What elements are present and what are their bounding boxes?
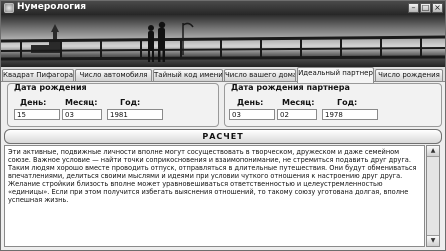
partner-day-label: День: (237, 98, 264, 107)
maximize-button[interactable]: □ (420, 3, 431, 13)
partner-year-input[interactable]: 1978 (322, 109, 378, 120)
bridge-couple-illustration (1, 21, 445, 62)
tab-pythagoras-square[interactable]: Квадрат Пифагора (2, 69, 74, 81)
close-button[interactable]: × (432, 3, 443, 13)
header-banner (1, 15, 445, 67)
birth-day-input[interactable]: 15 (14, 109, 60, 120)
result-scrollbar[interactable]: ▲ ▼ (426, 145, 440, 247)
minimize-button[interactable]: – (408, 3, 419, 13)
tab-name-code[interactable]: Тайный код имени (153, 69, 223, 81)
birth-month-input[interactable]: 03 (62, 109, 102, 120)
partner-day-input[interactable]: 03 (229, 109, 275, 120)
scroll-up-arrow-icon[interactable]: ▲ (427, 146, 439, 157)
scroll-down-arrow-icon[interactable]: ▼ (427, 235, 439, 246)
birth-date-title: Дата рождения (14, 83, 87, 92)
partner-birth-date-group: Дата рождения партнера День: Месяц: Год:… (224, 83, 442, 127)
app-window: Нумерология – □ × Квадрат Пифагора Число… (0, 0, 446, 251)
partner-birth-date-title: Дата рождения партнера (231, 83, 350, 92)
tab-ideal-partner[interactable]: Идеальный партнер (297, 67, 374, 83)
tab-bar: Квадрат Пифагора Число автомобиля Тайный… (1, 67, 445, 83)
birth-day-label: День: (20, 98, 47, 107)
partner-month-label: Месяц: (282, 98, 315, 107)
app-icon (4, 3, 14, 13)
partner-year-label: Год: (337, 98, 358, 107)
birth-year-input[interactable]: 1981 (107, 109, 163, 120)
tab-birth-number[interactable]: Число рождения (375, 69, 443, 81)
calculate-button[interactable]: РАСЧЕТ (4, 129, 442, 144)
tab-car-number[interactable]: Число автомобиля (75, 69, 152, 81)
tab-house-number[interactable]: Число вашего дома (224, 69, 296, 81)
birth-month-label: Месяц: (65, 98, 98, 107)
church-silhouette (31, 24, 61, 53)
birth-year-label: Год: (120, 98, 141, 107)
bridge-railing (1, 35, 445, 61)
title-bar[interactable]: Нумерология – □ × (1, 1, 445, 15)
partner-month-input[interactable]: 02 (277, 109, 317, 120)
birth-date-group: Дата рождения День: Месяц: Год: 15 03 19… (7, 83, 219, 127)
couple-silhouette (148, 21, 166, 62)
window-title: Нумерология (17, 2, 87, 12)
result-text-area[interactable]: Эти активные, подвижные личности вполне … (4, 145, 425, 247)
